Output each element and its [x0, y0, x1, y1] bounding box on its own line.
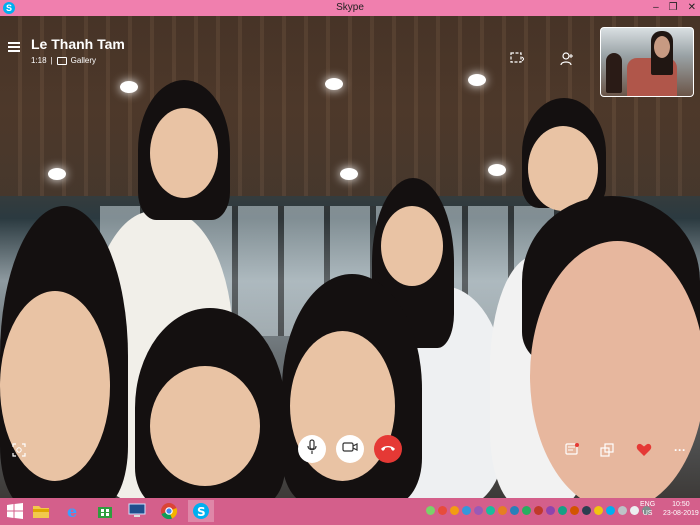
chat-icon[interactable] [565, 443, 579, 460]
windows-start-icon[interactable] [4, 500, 26, 522]
system-tray [426, 506, 651, 518]
hang-up-button[interactable] [374, 435, 402, 463]
tray-icon[interactable] [534, 506, 543, 515]
tray-icon[interactable] [558, 506, 567, 515]
tray-icon[interactable] [462, 506, 471, 515]
close-button[interactable]: ✕ [688, 0, 696, 16]
microphone-button[interactable] [298, 435, 326, 463]
snapshot-icon[interactable] [12, 443, 26, 460]
tray-icon[interactable] [606, 506, 615, 515]
file-explorer-icon[interactable] [30, 500, 52, 522]
store-icon[interactable] [94, 500, 116, 522]
computer-icon[interactable] [126, 500, 148, 522]
tray-icon[interactable] [438, 506, 447, 515]
screen-share-icon[interactable] [510, 52, 525, 67]
taskbar-clock[interactable]: 10:50 23-08-2019 [663, 500, 699, 518]
heart-icon[interactable] [636, 443, 652, 460]
menu-icon[interactable] [8, 42, 20, 52]
svg-text:S: S [197, 505, 206, 519]
video-feed [0, 16, 700, 498]
svg-text:e: e [67, 502, 77, 520]
call-status: 1:18 | Gallery [31, 56, 96, 65]
more-icon[interactable]: ··· [674, 443, 686, 457]
microphone-icon [306, 438, 318, 460]
gallery-icon [56, 56, 67, 65]
tray-icon[interactable] [570, 506, 579, 515]
status-separator: | [50, 56, 53, 65]
internet-explorer-icon[interactable]: e [62, 500, 84, 522]
tray-icon[interactable] [474, 506, 483, 515]
add-person-icon[interactable] [560, 52, 574, 69]
chrome-icon[interactable] [158, 500, 180, 522]
skype-icon[interactable]: S [188, 500, 214, 522]
tray-icon[interactable] [426, 506, 435, 515]
tray-icon[interactable] [450, 506, 459, 515]
tray-icon[interactable] [486, 506, 495, 515]
call-duration: 1:18 [31, 56, 47, 65]
tray-icon[interactable] [498, 506, 507, 515]
window-title: Skype [336, 2, 364, 13]
tray-icon[interactable] [582, 506, 591, 515]
tray-icon[interactable] [594, 506, 603, 515]
switch-view-icon[interactable] [600, 443, 614, 460]
tray-icon[interactable] [630, 506, 639, 515]
tray-icon[interactable] [546, 506, 555, 515]
tray-icon[interactable] [618, 506, 627, 515]
self-view-preview[interactable] [600, 27, 694, 97]
language-indicator[interactable]: ENG US [640, 500, 655, 518]
tray-icon[interactable] [510, 506, 519, 515]
title-bar: S Skype – ❐ ✕ [0, 0, 700, 16]
view-mode-label[interactable]: Gallery [71, 56, 96, 65]
caller-name: Le Thanh Tam [31, 36, 125, 52]
camera-button[interactable] [336, 435, 364, 463]
camera-icon [342, 440, 358, 458]
minimize-button[interactable]: – [653, 0, 659, 16]
hang-up-icon [380, 440, 396, 458]
tray-icon[interactable] [522, 506, 531, 515]
restore-button[interactable]: ❐ [669, 0, 678, 16]
